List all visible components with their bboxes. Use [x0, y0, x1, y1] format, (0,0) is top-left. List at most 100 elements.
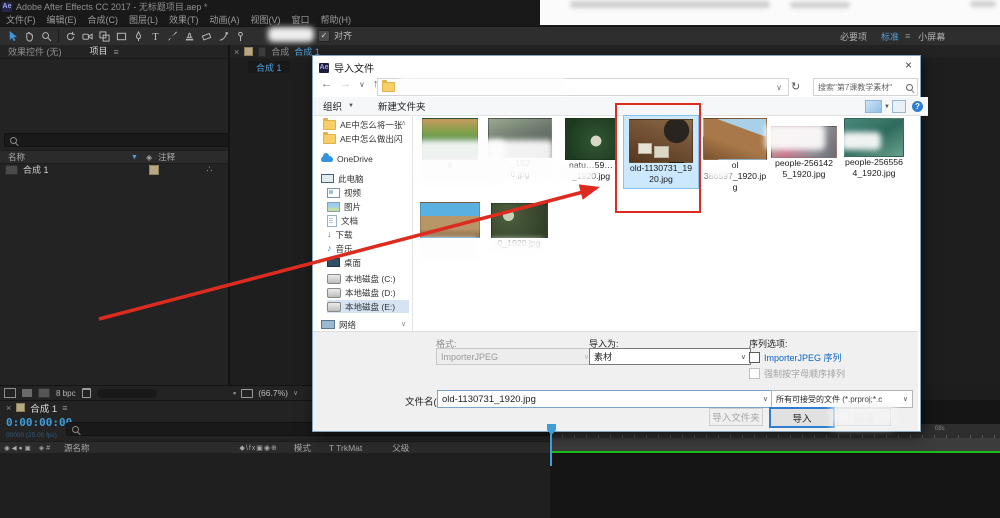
menu-layer[interactable]: 图层(L) [129, 13, 158, 26]
label-color-swatch[interactable] [149, 165, 159, 175]
back-icon[interactable]: ← [321, 78, 332, 90]
snap-toggle[interactable]: ✓ 对齐 [318, 29, 352, 42]
new-folder-button[interactable]: 新建文件夹 [378, 99, 426, 113]
column-name[interactable]: 名称 [8, 151, 25, 163]
zoom-level[interactable]: (66.7%) [258, 388, 288, 398]
history-chevron-icon[interactable]: ∨ [359, 80, 365, 89]
new-comp-icon[interactable] [38, 388, 50, 398]
puppet-pin-tool-icon[interactable] [232, 28, 249, 45]
sidebar-disk-d[interactable]: 本地磁盘 (D:) [327, 286, 396, 299]
import-as-select[interactable]: 素材∨ [589, 348, 751, 365]
menu-animation[interactable]: 动画(A) [210, 13, 240, 26]
trash-icon[interactable] [82, 388, 91, 398]
roto-brush-tool-icon[interactable] [215, 28, 232, 45]
panel-menu-icon[interactable]: ≡ [62, 403, 67, 413]
censor-blur [555, 167, 595, 181]
menu-effect[interactable]: 效果(T) [169, 13, 199, 26]
chevron-down-icon[interactable]: ∨ [293, 389, 298, 397]
comp-panel-title[interactable]: 合成 [271, 45, 289, 58]
tab-project[interactable]: 项目 [90, 44, 108, 59]
close-icon[interactable]: × [234, 47, 239, 57]
column-trkmat[interactable]: T TrkMat [329, 443, 362, 453]
panel-menu-icon[interactable]: ≡ [114, 47, 119, 57]
forward-icon[interactable]: → [340, 78, 351, 90]
sidebar-downloads[interactable]: ↓下载 [327, 228, 353, 241]
close-icon[interactable]: × [6, 403, 11, 413]
import-button[interactable]: 导入 [769, 407, 835, 428]
camera-tool-icon[interactable] [79, 28, 96, 45]
sequence-jpeg-option[interactable]: ImporterJPEG 序列 [749, 351, 842, 364]
sort-icon[interactable]: ▼ [131, 154, 138, 161]
interpret-footage-icon[interactable] [4, 388, 16, 398]
bpc-indicator[interactable]: 8 bpc [56, 389, 76, 398]
project-item-comp1[interactable]: 合成 1 ∴ [0, 163, 228, 176]
workspace-essentials[interactable]: 必要项 [840, 30, 867, 43]
menu-view[interactable]: 视图(V) [251, 13, 281, 26]
pen-tool-icon[interactable] [130, 28, 147, 45]
organize-button[interactable]: 组织 [323, 99, 342, 113]
checkbox-icon[interactable] [749, 352, 760, 363]
selection-tool-icon[interactable] [4, 28, 21, 45]
filename-input[interactable]: old-1130731_1920.jpg ∨ [437, 390, 773, 408]
file-tile[interactable] [415, 202, 485, 238]
hand-tool-icon[interactable] [21, 28, 38, 45]
eraser-tool-icon[interactable] [198, 28, 215, 45]
preview-pane-icon[interactable] [892, 100, 906, 113]
resolution-icon[interactable] [241, 389, 253, 398]
sidebar-pictures[interactable]: 图片 [327, 200, 361, 213]
text-tool-icon[interactable]: T [147, 28, 164, 45]
view-chevron-icon[interactable]: ▼ [884, 104, 890, 110]
censor-blur [841, 132, 881, 150]
project-search-input[interactable] [4, 133, 229, 147]
sidebar-music[interactable]: ♪音乐 [327, 242, 353, 255]
scroll-down-icon[interactable]: ∨ [401, 320, 406, 328]
current-timecode[interactable]: 0:00:00:00 [6, 416, 72, 429]
workspace-small-screen[interactable]: 小屏幕 [918, 30, 945, 43]
sidebar-onedrive[interactable]: OneDrive [321, 152, 373, 165]
sidebar-this-pc[interactable]: 此电脑 [321, 172, 364, 185]
timeline-tab[interactable]: 合成 1 [30, 401, 57, 415]
dialog-close-icon[interactable]: × [905, 58, 912, 72]
mask-shape-tool-icon[interactable] [113, 28, 130, 45]
rotate-tool-icon[interactable] [62, 28, 79, 45]
sidebar-videos[interactable]: 视频 [327, 186, 361, 199]
tag-icon[interactable]: ◈ [146, 153, 152, 162]
address-chevron-icon[interactable]: ∨ [776, 83, 782, 92]
search-icon [72, 426, 79, 433]
refresh-icon[interactable]: ↻ [791, 80, 800, 93]
menu-window[interactable]: 窗口 [292, 13, 310, 26]
menu-help[interactable]: 帮助(H) [321, 13, 352, 26]
sidebar-folder-1[interactable]: AE中怎么将一张 [323, 118, 402, 131]
view-mode-icon[interactable] [865, 100, 882, 113]
search-box[interactable]: 搜索"第7课教学素材" [813, 78, 918, 96]
pan-behind-tool-icon[interactable] [96, 28, 113, 45]
av-features-icons[interactable]: ◉◀●▣ [4, 444, 33, 452]
menu-icon[interactable]: ≡ [905, 31, 910, 41]
scroll-up-icon[interactable]: ∧ [401, 119, 406, 127]
comp-viewer-tab[interactable]: 合成 1 [248, 61, 290, 73]
zoom-tool-icon[interactable] [38, 28, 55, 45]
tab-effect-controls[interactable]: 效果控件 (无) [8, 45, 62, 58]
menu-edit[interactable]: 编辑(E) [47, 13, 77, 26]
label-number-icons[interactable]: ◈ # [39, 444, 50, 452]
layer-switch-icons[interactable]: ◆\fx▣◉⊕ [240, 444, 278, 452]
sidebar-folder-2[interactable]: AE中怎么做出闪 [323, 132, 402, 145]
lock-icon[interactable] [258, 47, 266, 57]
sidebar-disk-c[interactable]: 本地磁盘 (C:) [327, 272, 396, 285]
menu-composition[interactable]: 合成(C) [88, 13, 119, 26]
sidebar-documents[interactable]: 文档 [327, 214, 358, 227]
file-tile[interactable]: ol 386597_1920.jp g [701, 118, 769, 193]
column-comment[interactable]: 注释 [158, 151, 175, 163]
menu-file[interactable]: 文件(F) [6, 13, 36, 26]
sidebar-desktop[interactable]: 桌面 [327, 256, 361, 269]
brush-tool-icon[interactable] [164, 28, 181, 45]
flowchart-pill[interactable] [97, 389, 157, 398]
help-icon[interactable]: ? [912, 101, 923, 112]
sidebar-network[interactable]: 网络 [321, 318, 356, 331]
clone-stamp-tool-icon[interactable] [181, 28, 198, 45]
magnify-icon[interactable]: ▪ [233, 388, 236, 398]
work-area-band[interactable] [550, 438, 1000, 451]
workspace-standard[interactable]: 标准 [881, 30, 899, 43]
sidebar-disk-e[interactable]: 本地磁盘 (E:) [327, 300, 409, 313]
new-folder-icon[interactable] [22, 389, 32, 397]
